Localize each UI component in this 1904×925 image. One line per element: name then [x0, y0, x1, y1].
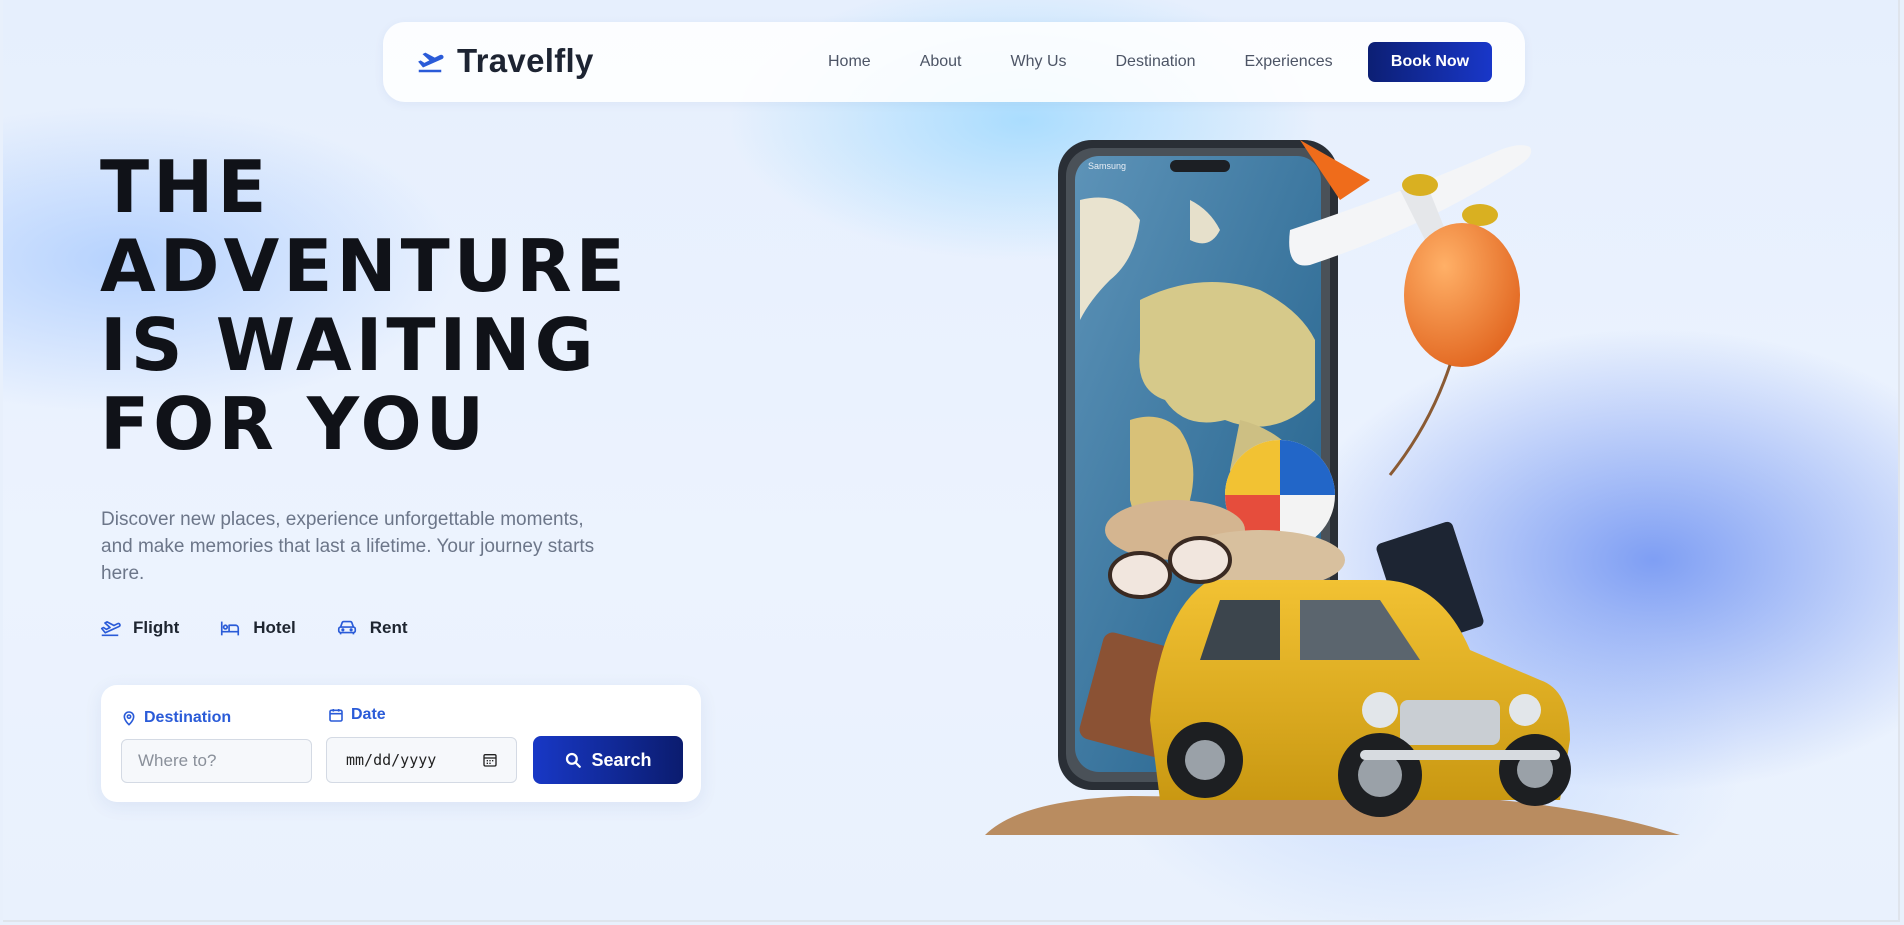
service-rent[interactable]: Rent — [336, 617, 408, 639]
headline-line: FOR YOU — [100, 382, 489, 466]
service-tabs: Flight Hotel Rent — [99, 617, 448, 639]
book-now-button[interactable]: Book Now — [1368, 42, 1492, 82]
hero-headline: THE ADVENTURE IS WAITING FOR YOU — [100, 148, 660, 464]
nav-links: Home About Why Us Destination Experience… — [828, 22, 1333, 102]
destination-label-row: Destination — [121, 709, 231, 727]
headline-line: THE — [100, 145, 271, 229]
headline-line: IS WAITING — [100, 303, 598, 387]
date-label-row: Date — [328, 706, 386, 724]
nav-link-home[interactable]: Home — [828, 53, 871, 71]
destination-input[interactable] — [121, 739, 312, 783]
nav-link-why-us[interactable]: Why Us — [1011, 53, 1067, 71]
destination-label: Destination — [144, 709, 232, 726]
search-button-label: Search — [591, 749, 652, 770]
sand-base — [985, 796, 1680, 835]
date-placeholder: mm/dd/yyyy — [346, 751, 437, 769]
search-button[interactable]: Search — [533, 736, 683, 784]
service-flight[interactable]: Flight — [99, 617, 179, 639]
date-label: Date — [351, 706, 386, 723]
yellow-car-graphic — [1150, 580, 1571, 817]
nav-link-experiences[interactable]: Experiences — [1245, 53, 1333, 71]
bed-icon — [221, 621, 240, 636]
nav-link-about[interactable]: About — [920, 53, 962, 71]
service-label: Rent — [369, 618, 408, 637]
map-pin-icon — [123, 711, 135, 726]
service-hotel[interactable]: Hotel — [219, 617, 296, 639]
calendar-picker-icon[interactable] — [482, 752, 498, 768]
plane-departure-icon — [418, 52, 444, 73]
calendar-icon — [329, 709, 343, 722]
balloon-graphic — [1388, 223, 1520, 476]
search-icon — [566, 752, 582, 768]
brand-logo[interactable]: Travelfly — [415, 42, 594, 80]
hero-illustration: Samsung — [985, 140, 1680, 835]
brand-name: Travelfly — [457, 42, 594, 79]
nav-link-destination[interactable]: Destination — [1116, 53, 1196, 71]
search-card: Destination Date mm/dd/yyyy Search — [101, 685, 701, 802]
date-input[interactable]: mm/dd/yyyy — [326, 737, 517, 783]
service-label: Flight — [133, 618, 180, 637]
headline-line: ADVENTURE — [100, 224, 629, 308]
plane-icon — [100, 621, 121, 637]
phone-status-text: Samsung — [1088, 161, 1126, 171]
car-icon — [337, 620, 356, 635]
service-label: Hotel — [253, 618, 296, 637]
hero-subtitle: Discover new places, experience unforget… — [101, 509, 595, 584]
top-navbar: Travelfly Home About Why Us Destination … — [383, 22, 1525, 102]
